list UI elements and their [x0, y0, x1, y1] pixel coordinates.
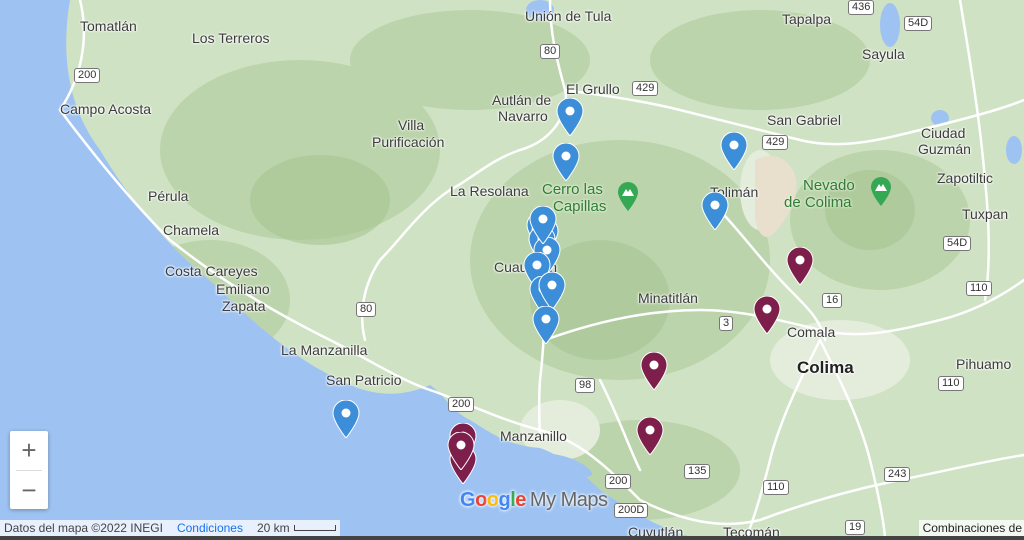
logo-letter: e [515, 489, 526, 511]
place-label: Sayula [862, 46, 905, 62]
road-shield: 436 [848, 0, 875, 15]
logo-letter: o [475, 489, 487, 511]
place-label: Ciudad [921, 125, 966, 141]
logo-suffix: My Maps [529, 489, 608, 511]
map-marker-blue[interactable] [529, 206, 557, 244]
road-shield: 429 [632, 81, 659, 96]
scale-bar-line [293, 525, 336, 531]
place-label: Pihuamo [956, 356, 1012, 372]
scale-label: 20 km [256, 521, 290, 535]
place-label: Los Terreros [192, 30, 270, 46]
map-marker-blue[interactable] [532, 306, 560, 344]
road-shield: 98 [575, 378, 596, 393]
place-label: Zapotiltic [937, 170, 994, 186]
terms-link[interactable]: Condiciones [177, 521, 243, 535]
peak-label: de Colima [784, 194, 852, 211]
road-shield: 54D [943, 236, 972, 251]
place-label: Autlán de [492, 92, 552, 108]
place-label: Tapalpa [782, 11, 832, 27]
place-label: San Gabriel [767, 112, 841, 128]
place-label: Villa [398, 117, 425, 133]
place-label-colima: Colima [797, 358, 854, 377]
place-label: Chamela [163, 222, 220, 238]
peak-label: Cerro las [542, 181, 603, 198]
road-shield: 110 [763, 480, 789, 495]
peak-label: Nevado [803, 177, 855, 194]
keyboard-shortcuts-link[interactable]: Combinaciones de [918, 520, 1024, 536]
place-label: Purificación [372, 134, 445, 150]
road-shield: 80 [540, 44, 561, 59]
mountain-peak-icon [871, 177, 891, 206]
mountain-peak-icon [618, 182, 638, 211]
peak-label: Capillas [553, 198, 607, 215]
place-label: Pérula [148, 188, 189, 204]
place-label: Tuxpan [962, 206, 1009, 222]
map-marker-blue[interactable] [552, 143, 580, 181]
road-shield: 200 [448, 397, 475, 412]
place-label: Campo Acosta [60, 101, 152, 117]
scale-bar[interactable]: 20 km [257, 521, 336, 535]
road-shield: 200 [605, 474, 632, 489]
place-label: Unión de Tula [525, 8, 612, 24]
map-attribution: Datos del mapa ©2022 INEGI Condiciones 2… [0, 520, 340, 536]
map-marker-purple[interactable] [447, 432, 475, 470]
road-shield: 243 [884, 467, 911, 482]
road-shield: 200 [74, 68, 101, 83]
map-marker-purple[interactable] [786, 247, 814, 285]
road-shield: 16 [822, 293, 843, 308]
zoom-out-button[interactable]: − [10, 471, 48, 510]
logo-letter: o [486, 489, 499, 511]
road-shield: 3 [719, 316, 734, 331]
road-shield: 135 [684, 464, 711, 479]
map-canvas[interactable]: Tomatlán Los Terreros Campo Acosta Pérul… [0, 0, 1024, 540]
road-shield: 19 [845, 520, 866, 535]
place-label: Costa Careyes [165, 263, 258, 279]
place-label: Minatitlán [638, 290, 698, 306]
place-label: La Manzanilla [281, 342, 368, 358]
map-data-credit: Datos del mapa ©2022 INEGI [4, 521, 163, 535]
map-marker-purple[interactable] [636, 417, 664, 455]
map-marker-blue[interactable] [701, 192, 729, 230]
place-label: La Resolana [450, 183, 529, 199]
map-marker-blue[interactable] [538, 272, 566, 310]
map-marker-purple[interactable] [640, 352, 668, 390]
place-label: El Grullo [566, 81, 620, 97]
road-shield: 110 [966, 281, 992, 296]
map-marker-blue[interactable] [556, 98, 584, 136]
place-label: Navarro [498, 108, 548, 124]
place-label: San Patricio [326, 372, 402, 388]
place-label: Comala [787, 324, 836, 340]
logo-letter: g [498, 489, 511, 511]
place-label: Emiliano [216, 281, 270, 297]
place-label: Guzmán [918, 141, 971, 157]
road-shield: 110 [938, 376, 964, 391]
road-shield: 429 [762, 135, 789, 150]
bottom-edge [0, 536, 1024, 540]
road-shield: 200D [614, 503, 649, 518]
logo-letter: G [460, 489, 476, 511]
place-label: Zapata [222, 298, 266, 314]
map-marker-purple[interactable] [753, 296, 781, 334]
place-label: Tomatlán [80, 18, 137, 34]
road-shield: 54D [904, 16, 933, 31]
zoom-control: + − [10, 431, 48, 509]
map-marker-blue[interactable] [332, 400, 360, 438]
google-my-maps-logo: Google My Maps [460, 489, 608, 512]
zoom-in-button[interactable]: + [10, 431, 48, 470]
road-shield: 80 [356, 302, 377, 317]
map-marker-blue[interactable] [720, 132, 748, 170]
place-label: Manzanillo [500, 428, 567, 444]
